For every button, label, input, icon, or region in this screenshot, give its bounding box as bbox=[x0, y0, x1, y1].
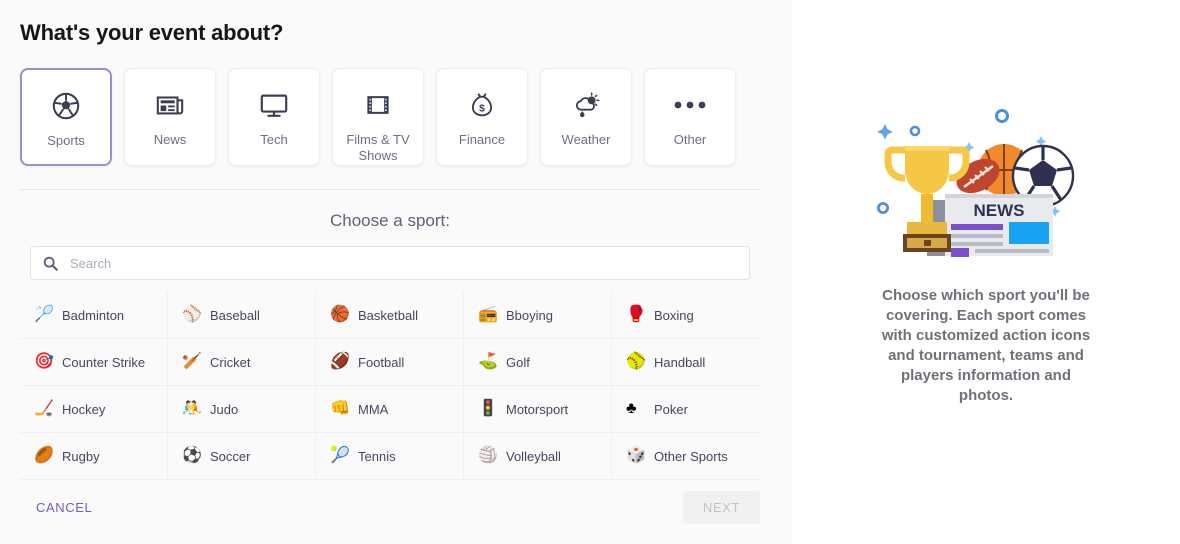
sport-label: MMA bbox=[358, 401, 389, 417]
side-description: Choose which sport you'll be covering. E… bbox=[881, 287, 1091, 404]
category-label: Films & TV Shows bbox=[346, 132, 410, 163]
category-card-films-tv[interactable]: Films & TV Shows bbox=[332, 68, 424, 166]
sport-item-judo[interactable]: 🤼 Judo bbox=[168, 386, 316, 433]
monitor-icon bbox=[259, 85, 289, 125]
sport-icon: 🏒 bbox=[34, 400, 54, 417]
section-divider bbox=[20, 189, 760, 190]
sport-item-boxing[interactable]: 🥊 Boxing bbox=[612, 292, 760, 339]
sport-label: Bboying bbox=[506, 307, 553, 323]
svg-text:$: $ bbox=[479, 104, 485, 115]
soccer-ball-icon bbox=[51, 86, 81, 126]
sport-label: Tennis bbox=[358, 448, 396, 464]
sport-item-handball[interactable]: 🥎 Handball bbox=[612, 339, 760, 386]
sport-item-counter-strike[interactable]: 🎯 Counter Strike bbox=[20, 339, 168, 386]
category-label: Tech bbox=[260, 132, 288, 147]
cancel-button[interactable]: CANCEL bbox=[20, 492, 108, 523]
money-bag-icon: $ bbox=[467, 85, 497, 125]
sport-label: Counter Strike bbox=[62, 354, 146, 370]
sport-label: Poker bbox=[654, 401, 688, 417]
sport-item-other-sports[interactable]: 🎲 Other Sports bbox=[612, 433, 760, 480]
sport-item-soccer[interactable]: ⚽ Soccer bbox=[168, 433, 316, 480]
search-box[interactable] bbox=[30, 246, 750, 280]
sport-icon: 🏀 bbox=[330, 306, 350, 323]
next-button[interactable]: NEXT bbox=[682, 490, 760, 524]
category-card-other[interactable]: Other bbox=[644, 68, 736, 166]
sport-label: Volleyball bbox=[506, 448, 561, 464]
search-icon bbox=[43, 256, 58, 271]
right-info-panel: NEWS Choose which sport you'll be coveri… bbox=[792, 0, 1180, 544]
category-card-row: Sports News Tech Films & TV Shows $ Fina… bbox=[20, 68, 736, 166]
sport-label: Basketball bbox=[358, 307, 418, 323]
sport-icon: 🤼 bbox=[182, 400, 202, 417]
sport-icon: 👊 bbox=[330, 400, 350, 417]
film-strip-icon bbox=[364, 85, 392, 125]
sport-item-badminton[interactable]: 🏸 Badminton bbox=[20, 292, 168, 339]
sports-news-trophy-illustration: NEWS bbox=[871, 108, 1101, 268]
sport-icon: ⛳ bbox=[478, 353, 498, 370]
sport-icon: 📻 bbox=[478, 306, 498, 323]
category-card-finance[interactable]: $ Finance bbox=[436, 68, 528, 166]
sport-item-hockey[interactable]: 🏒 Hockey bbox=[20, 386, 168, 433]
sport-item-poker[interactable]: ♣ Poker bbox=[612, 386, 760, 433]
sport-item-mma[interactable]: 👊 MMA bbox=[316, 386, 464, 433]
sport-item-golf[interactable]: ⛳ Golf bbox=[464, 339, 612, 386]
event-category-wizard: What's your event about? Sports News Tec… bbox=[0, 0, 1180, 544]
sport-icon: ♣ bbox=[626, 400, 637, 417]
sport-icon: 🏐 bbox=[478, 447, 498, 464]
sport-label: Boxing bbox=[654, 307, 694, 323]
sport-icon: ⚽ bbox=[182, 447, 202, 464]
search-input[interactable] bbox=[68, 254, 737, 272]
category-label: News bbox=[153, 132, 187, 147]
sport-icon: 🥎 bbox=[626, 353, 646, 370]
sports-grid: 🏸 Badminton ⚾ Baseball 🏀 Basketball 📻 Bboyin… bbox=[20, 292, 760, 480]
category-label: Sports bbox=[47, 133, 85, 148]
sport-item-volleyball[interactable]: 🏐 Volleyball bbox=[464, 433, 612, 480]
sport-item-motorsport[interactable]: 🚦 Motorsport bbox=[464, 386, 612, 433]
sport-icon: 🚦 bbox=[478, 400, 498, 417]
category-card-sports[interactable]: Sports bbox=[20, 68, 112, 166]
sport-label: Football bbox=[358, 354, 405, 370]
category-card-weather[interactable]: Weather bbox=[540, 68, 632, 166]
category-label: Other bbox=[673, 132, 707, 147]
category-label: Finance bbox=[458, 132, 506, 147]
category-card-news[interactable]: News bbox=[124, 68, 216, 166]
ellipsis-icon bbox=[673, 85, 707, 125]
sport-icon: 🏈 bbox=[330, 353, 350, 370]
choose-sport-heading: Choose a sport: bbox=[329, 211, 450, 230]
svg-text:NEWS: NEWS bbox=[974, 201, 1025, 220]
sport-label: Hockey bbox=[62, 401, 106, 417]
sport-item-tennis[interactable]: 🎾 Tennis bbox=[316, 433, 464, 480]
newspaper-icon bbox=[155, 85, 185, 125]
category-card-tech[interactable]: Tech bbox=[228, 68, 320, 166]
sport-item-cricket[interactable]: 🏏 Cricket bbox=[168, 339, 316, 386]
sport-item-football[interactable]: 🏈 Football bbox=[316, 339, 464, 386]
sport-item-rugby[interactable]: 🏉 Rugby bbox=[20, 433, 168, 480]
sport-icon: ⚾ bbox=[182, 306, 202, 323]
sport-label: Badminton bbox=[62, 307, 125, 323]
sport-item-basketball[interactable]: 🏀 Basketball bbox=[316, 292, 464, 339]
cloud-sun-rain-icon bbox=[571, 85, 601, 125]
sport-label: Other Sports bbox=[654, 448, 728, 464]
sport-label: Rugby bbox=[62, 448, 100, 464]
sport-icon: 🎯 bbox=[34, 353, 54, 370]
category-label: Weather bbox=[561, 132, 611, 147]
sport-label: Cricket bbox=[210, 354, 251, 370]
wizard-footer: CANCEL NEXT bbox=[20, 489, 760, 525]
sport-icon: 🏏 bbox=[182, 353, 202, 370]
sport-item-bboying[interactable]: 📻 Bboying bbox=[464, 292, 612, 339]
sport-label: Handball bbox=[654, 354, 706, 370]
page-title: What's your event about? bbox=[20, 20, 284, 45]
left-panel: What's your event about? Sports News Tec… bbox=[0, 0, 792, 544]
sport-icon: 🥊 bbox=[626, 306, 646, 323]
sport-icon: 🏉 bbox=[34, 447, 54, 464]
sport-icon: 🏸 bbox=[34, 306, 54, 323]
sport-label: Judo bbox=[210, 401, 239, 417]
sport-icon: 🎾 bbox=[330, 447, 350, 464]
sport-label: Motorsport bbox=[506, 401, 569, 417]
sport-label: Baseball bbox=[210, 307, 260, 323]
sport-label: Golf bbox=[506, 354, 530, 370]
sport-label: Soccer bbox=[210, 448, 251, 464]
sport-item-baseball[interactable]: ⚾ Baseball bbox=[168, 292, 316, 339]
sport-icon: 🎲 bbox=[626, 447, 646, 464]
